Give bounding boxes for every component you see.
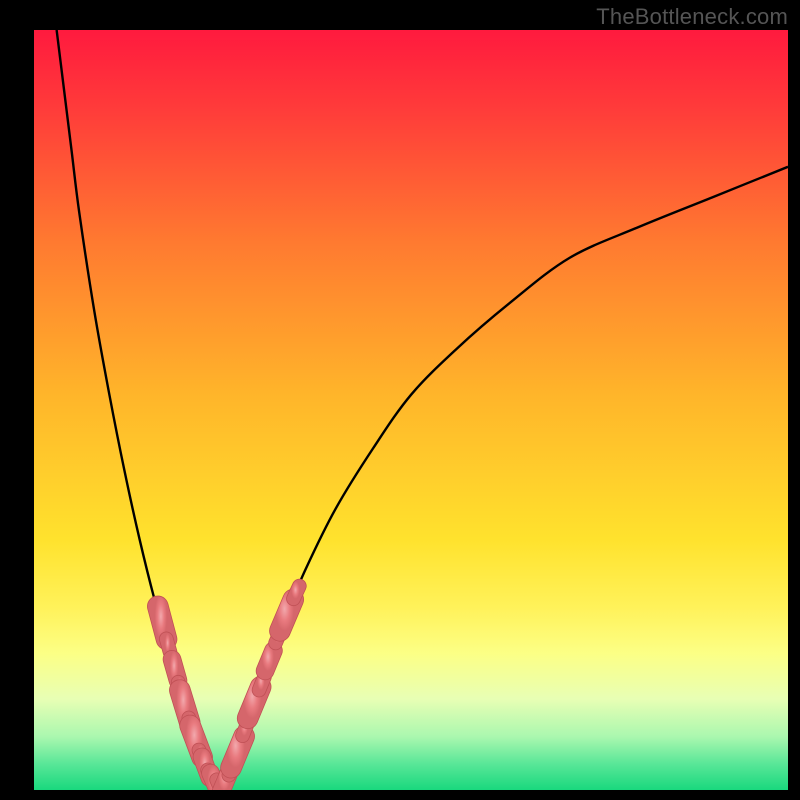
bead — [293, 586, 299, 599]
plot-area — [34, 30, 788, 790]
bead — [265, 651, 273, 671]
plot-background — [34, 30, 788, 790]
bead — [166, 639, 170, 652]
watermark-text: TheBottleneck.com — [596, 4, 788, 30]
chart-frame — [0, 0, 800, 800]
chart-svg — [34, 30, 788, 790]
